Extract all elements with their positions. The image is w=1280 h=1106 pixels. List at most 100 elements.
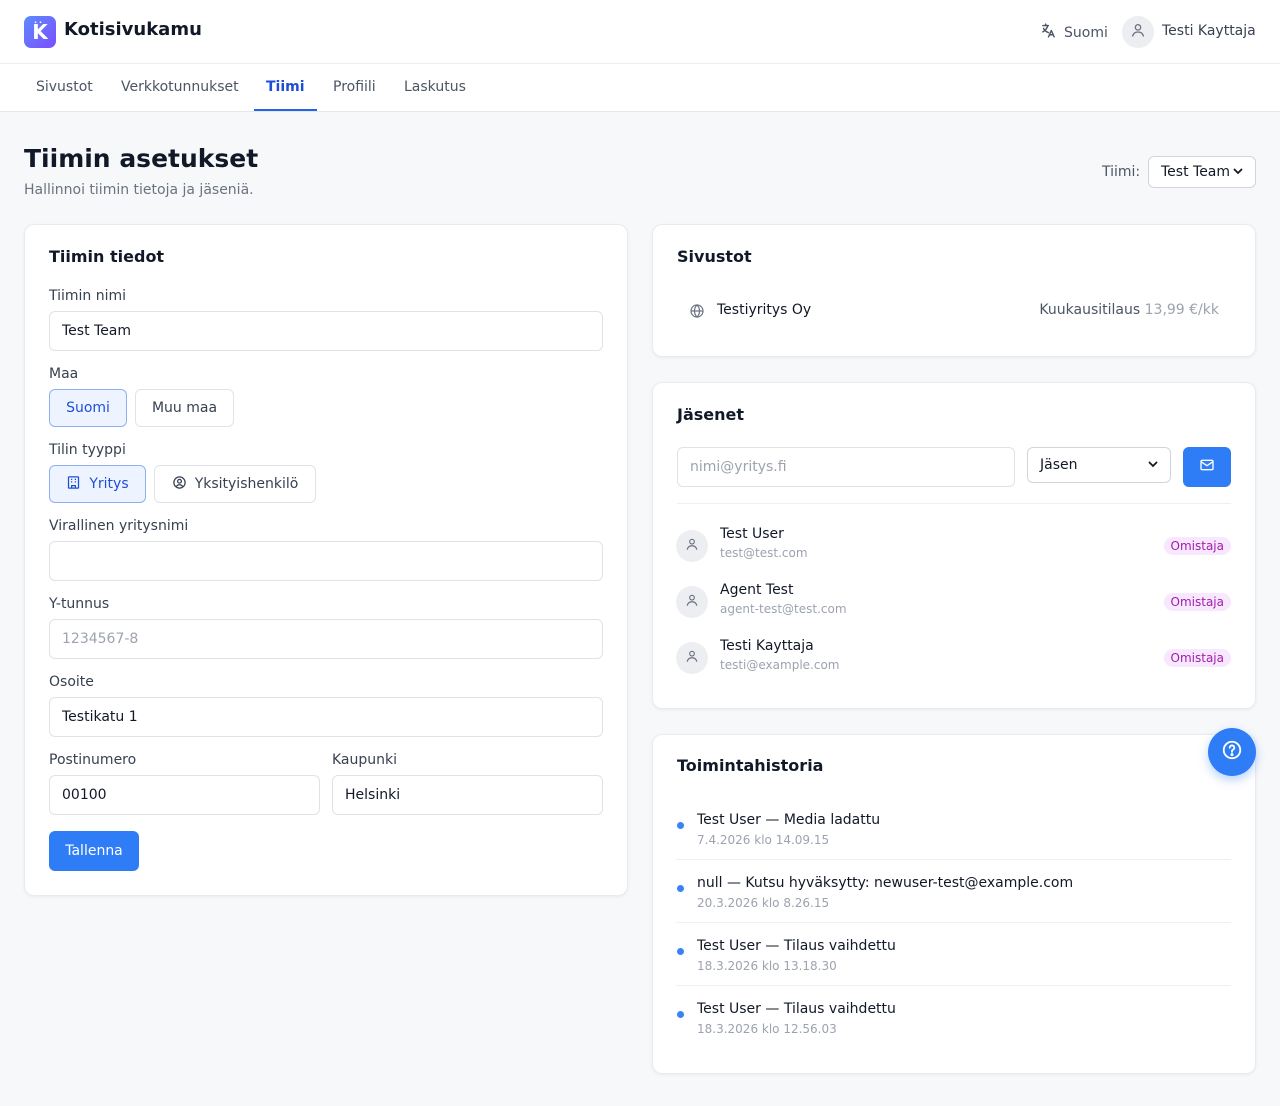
sites-title: Sivustot — [677, 247, 752, 266]
building-icon — [66, 475, 81, 494]
mail-icon — [1199, 457, 1215, 477]
activity-time: 18.3.2026 klo 13.18.30 — [697, 959, 837, 973]
site-row[interactable]: Testiyritys Oy Kuukausitilaus 13,99 €/kk — [676, 296, 1231, 326]
team-info-title: Tiimin tiedot — [49, 247, 165, 266]
activity-time: 7.4.2026 klo 14.09.15 — [697, 833, 830, 847]
activity-dot — [677, 948, 684, 955]
member-row[interactable]: Agent Test agent-test@test.com Omistaja — [676, 582, 1231, 622]
user-avatar[interactable] — [1122, 16, 1154, 48]
activity-text: Test User — Media ladattu — [697, 812, 881, 828]
activity-time: 18.3.2026 klo 12.56.03 — [697, 1022, 837, 1036]
company-name-input[interactable] — [49, 541, 603, 581]
member-role-badge: Omistaja — [1163, 649, 1231, 667]
user-icon — [685, 593, 699, 611]
business-id-label: Y-tunnus — [49, 596, 110, 612]
team-select-label: Tiimi: — [1102, 164, 1141, 180]
page-subtitle: Hallinnoi tiimin tietoja ja jäseniä. — [24, 182, 254, 198]
account-type-yritys-label: Yritys — [89, 476, 129, 492]
member-name: Test User — [720, 526, 784, 542]
main-nav-tabs: Sivustot Verkkotunnukset Tiimi Profiili … — [0, 64, 1280, 112]
site-plan: Kuukausitilaus 13,99 €/kk — [1039, 302, 1219, 318]
activity-text: Test User — Tilaus vaihdettu — [697, 938, 896, 954]
team-name-input[interactable]: Test Team — [49, 311, 603, 351]
company-name-label: Virallinen yritysnimi — [49, 518, 189, 534]
member-row[interactable]: Testi Kayttaja testi@example.com Omistaj… — [676, 638, 1231, 678]
help-button[interactable] — [1208, 728, 1256, 776]
member-name: Testi Kayttaja — [720, 638, 814, 654]
city-input[interactable]: Helsinki — [332, 775, 603, 815]
chevron-down-icon — [1233, 164, 1243, 180]
activity-title: Toimintahistoria — [677, 756, 824, 775]
tab-sivustot[interactable]: Sivustot — [24, 64, 105, 111]
activity-time: 20.3.2026 klo 8.26.15 — [697, 896, 830, 910]
globe-icon — [689, 303, 705, 323]
invite-role-select[interactable]: Jäsen — [1027, 447, 1171, 483]
account-type-yritys[interactable]: Yritys — [49, 465, 146, 503]
tab-laskutus[interactable]: Laskutus — [392, 64, 478, 111]
logo-dots: ·· — [34, 18, 45, 27]
business-id-input[interactable]: 1234567-8 — [49, 619, 603, 659]
activity-item: Test User — Media ladattu 7.4.2026 klo 1… — [676, 812, 1231, 852]
save-button[interactable]: Tallenna — [49, 831, 139, 871]
country-option-suomi[interactable]: Suomi — [49, 389, 127, 427]
members-title: Jäsenet — [677, 405, 745, 424]
activity-item: Test User — Tilaus vaihdettu 18.3.2026 k… — [676, 1001, 1231, 1041]
tab-verkkotunnukset[interactable]: Verkkotunnukset — [109, 64, 251, 111]
address-input[interactable]: Testikatu 1 — [49, 697, 603, 737]
postal-code-label: Postinumero — [49, 752, 137, 768]
language-label: Suomi — [1064, 24, 1108, 41]
invite-email-input[interactable]: nimi@yritys.fi — [677, 447, 1015, 487]
activity-text: null — Kutsu hyväksytty: newuser-test@ex… — [697, 875, 1074, 891]
activity-item: null — Kutsu hyväksytty: newuser-test@ex… — [676, 875, 1231, 915]
activity-divider — [676, 922, 1231, 923]
account-type-yksityishenkilo[interactable]: Yksityishenkilö — [154, 465, 316, 503]
member-avatar — [676, 642, 708, 674]
activity-dot — [677, 885, 684, 892]
member-avatar — [676, 530, 708, 562]
language-switcher[interactable]: Suomi — [1040, 22, 1108, 43]
brand-name[interactable]: Kotisivukamu — [64, 19, 202, 40]
member-email: test@test.com — [720, 546, 808, 560]
activity-dot — [677, 1011, 684, 1018]
activity-divider — [676, 985, 1231, 986]
site-plan-price: 13,99 €/kk — [1144, 302, 1219, 318]
app-logo[interactable]: ·· K — [24, 16, 56, 48]
user-name[interactable]: Testi Kayttaja — [1162, 23, 1256, 39]
chevron-down-icon — [1148, 457, 1158, 473]
invite-role-value: Jäsen — [1040, 457, 1078, 473]
top-bar: ·· K Kotisivukamu Suomi Testi Kayttaja — [0, 0, 1280, 64]
site-plan-name: Kuukausitilaus — [1039, 302, 1141, 318]
postal-code-input[interactable]: 00100 — [49, 775, 320, 815]
city-label: Kaupunki — [332, 752, 398, 768]
tab-profiili[interactable]: Profiili — [321, 64, 388, 111]
page-title: Tiimin asetukset — [24, 144, 259, 173]
member-role-badge: Omistaja — [1163, 593, 1231, 611]
members-divider — [677, 503, 1231, 504]
team-select-value: Test Team — [1161, 164, 1231, 180]
user-icon — [685, 649, 699, 667]
user-circle-icon — [172, 475, 187, 494]
team-select[interactable]: Test Team — [1148, 156, 1256, 188]
member-role-badge: Omistaja — [1163, 537, 1231, 555]
sites-card — [652, 224, 1256, 357]
translate-icon — [1040, 22, 1057, 43]
activity-text: Test User — Tilaus vaihdettu — [697, 1001, 896, 1017]
account-type-label: Tilin tyyppi — [49, 442, 126, 458]
team-name-label: Tiimin nimi — [49, 288, 127, 304]
member-email: testi@example.com — [720, 658, 840, 672]
account-type-yksityishenkilo-label: Yksityishenkilö — [194, 476, 299, 492]
tab-tiimi[interactable]: Tiimi — [254, 64, 317, 111]
country-option-muu-maa[interactable]: Muu maa — [135, 389, 234, 427]
activity-divider — [676, 859, 1231, 860]
user-icon — [685, 537, 699, 555]
country-label: Maa — [49, 366, 79, 382]
help-circle-icon — [1221, 739, 1243, 765]
address-label: Osoite — [49, 674, 94, 690]
send-invite-button[interactable] — [1183, 447, 1231, 487]
user-icon — [1130, 22, 1146, 42]
member-avatar — [676, 586, 708, 618]
activity-dot — [677, 822, 684, 829]
member-row[interactable]: Test User test@test.com Omistaja — [676, 526, 1231, 566]
member-email: agent-test@test.com — [720, 602, 847, 616]
member-name: Agent Test — [720, 582, 794, 598]
